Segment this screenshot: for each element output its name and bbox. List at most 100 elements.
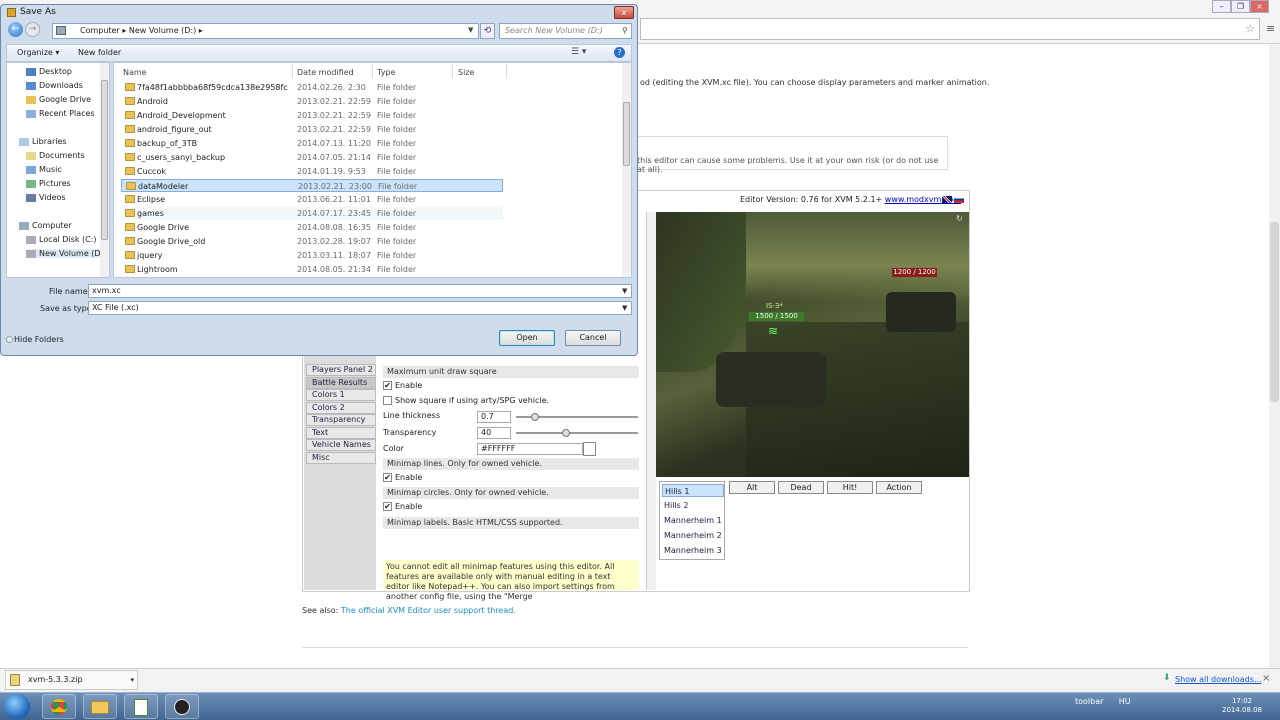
- start-button-icon[interactable]: [4, 694, 30, 719]
- transparency-slider[interactable]: [516, 432, 638, 434]
- menu-misc[interactable]: Misc: [306, 452, 376, 464]
- menu-transparency[interactable]: Transparency: [306, 414, 376, 426]
- color-input[interactable]: #FFFFFF: [477, 443, 583, 455]
- checkbox-icon[interactable]: [383, 396, 392, 405]
- nav-documents[interactable]: Documents: [26, 151, 85, 160]
- enable-lines-row[interactable]: ✔ Enable: [383, 473, 422, 482]
- transparency-knob[interactable]: [562, 429, 570, 437]
- column-separator[interactable]: [452, 64, 453, 78]
- nav-local-disk-c[interactable]: Local Disk (C:): [26, 235, 97, 244]
- refresh-icon[interactable]: ⟲: [480, 23, 495, 39]
- column-separator[interactable]: [372, 64, 373, 78]
- file-row[interactable]: Android_Development 2013.02.21. 22:59 File…: [121, 109, 503, 122]
- line-thickness-input[interactable]: 0.7: [477, 411, 511, 423]
- breadcrumb[interactable]: Computer ▸ New Volume (D:) ▸: [80, 26, 203, 35]
- enable-square-row[interactable]: ✔ Enable: [383, 381, 422, 390]
- chevron-down-icon[interactable]: ▼: [468, 26, 473, 34]
- dialog-address-bar[interactable]: Computer ▸ New Volume (D:) ▸: [52, 23, 479, 39]
- address-bar[interactable]: ☆: [640, 18, 1260, 40]
- file-row[interactable]: Lightroom 2014.08.05. 21:34 File folder: [121, 263, 503, 276]
- nav-libraries[interactable]: Libraries: [19, 137, 67, 146]
- menu-icon[interactable]: ≡: [1266, 22, 1275, 35]
- nav-music[interactable]: Music: [26, 165, 62, 174]
- support-thread-link[interactable]: The official XVM Editor user support thr…: [341, 606, 516, 615]
- alt-button[interactable]: Alt: [729, 481, 775, 494]
- file-row[interactable]: dataModeler 2013.02.21. 23:00 File folder: [121, 179, 503, 192]
- russian-flag-icon[interactable]: [954, 196, 964, 203]
- chevron-down-icon[interactable]: ▼: [622, 304, 627, 312]
- hit-button[interactable]: Hit!: [827, 481, 873, 494]
- clock[interactable]: 17:02 2014.08.08: [1222, 697, 1262, 715]
- dialog-close-button[interactable]: x: [614, 6, 634, 19]
- checkbox-checked-icon[interactable]: ✔: [383, 502, 392, 511]
- file-row[interactable]: jquery 2013.03.11. 18:07 File folder: [121, 249, 503, 262]
- nav-recent-places[interactable]: Recent Places: [26, 109, 95, 118]
- file-list-scroll-thumb[interactable]: [623, 102, 630, 166]
- nav-scroll-thumb[interactable]: [101, 80, 108, 240]
- search-icon[interactable]: ⚲: [622, 26, 628, 35]
- menu-players-panel-2[interactable]: Players Panel 2: [306, 364, 376, 376]
- map-item-mannerheim-3[interactable]: Mannerheim 3: [662, 544, 724, 557]
- checkbox-checked-icon[interactable]: ✔: [383, 381, 392, 390]
- page-scroll-thumb[interactable]: [1270, 222, 1279, 402]
- help-icon[interactable]: ?: [614, 47, 625, 58]
- file-row[interactable]: Eclipse 2013.06.21. 11:01 File folder: [121, 193, 503, 206]
- menu-vehicle-names[interactable]: Vehicle Names: [306, 439, 376, 451]
- menu-battle-results[interactable]: Battle Results: [306, 377, 376, 389]
- chevron-down-icon[interactable]: ▾: [130, 671, 134, 689]
- language-indicator[interactable]: HU: [1119, 697, 1131, 706]
- file-row[interactable]: 7fa48f1abbbba68f59cdca138e2958fc 2014.02.…: [121, 81, 503, 94]
- dialog-search-input[interactable]: Search New Volume (D:): [499, 23, 632, 39]
- show-all-downloads-link[interactable]: Show all downloads...: [1175, 675, 1262, 684]
- refresh-icon[interactable]: ↻: [956, 214, 963, 223]
- close-window-icon[interactable]: ×: [1250, 0, 1269, 13]
- notepad-taskbar-icon[interactable]: [124, 694, 158, 719]
- menu-colors-1[interactable]: Colors 1: [306, 389, 376, 401]
- file-row[interactable]: Cuccok 2014.01.19. 9:53 File folder: [121, 165, 503, 178]
- save-type-select[interactable]: XC File (.xc): [88, 301, 632, 315]
- open-button[interactable]: Open: [499, 330, 555, 346]
- map-item-mannerheim-2[interactable]: Mannerheim 2: [662, 529, 724, 542]
- checkbox-checked-icon[interactable]: ✔: [383, 473, 392, 482]
- line-thickness-knob[interactable]: [531, 413, 539, 421]
- english-flag-icon[interactable]: [942, 196, 952, 203]
- column-name[interactable]: Name: [123, 68, 147, 77]
- forward-arrow-icon[interactable]: →: [25, 22, 40, 37]
- file-row[interactable]: backup_of_3TB 2014.07.13. 11:20 File folde…: [121, 137, 503, 150]
- back-arrow-icon[interactable]: ←: [8, 22, 23, 37]
- obs-taskbar-icon[interactable]: [165, 694, 199, 719]
- enable-circles-row[interactable]: ✔ Enable: [383, 502, 422, 511]
- column-separator[interactable]: [292, 64, 293, 78]
- nav-downloads[interactable]: Downloads: [26, 81, 83, 90]
- dead-button[interactable]: Dead: [778, 481, 824, 494]
- close-icon[interactable]: ×: [1262, 673, 1270, 684]
- download-item[interactable]: xvm-5.3.3.zip ▾: [5, 670, 138, 690]
- action-button[interactable]: Action: [876, 481, 922, 494]
- transparency-input[interactable]: 40: [477, 427, 511, 439]
- nav-pictures[interactable]: Pictures: [26, 179, 71, 188]
- map-item-mannerheim-1[interactable]: Mannerheim 1: [662, 514, 724, 527]
- column-separator[interactable]: [506, 64, 507, 78]
- organize-button[interactable]: Organize ▾: [17, 48, 59, 57]
- nav-desktop[interactable]: Desktop: [26, 67, 72, 76]
- column-size[interactable]: Size: [458, 68, 474, 77]
- nav-videos[interactable]: Videos: [26, 193, 66, 202]
- map-item-hills-1[interactable]: Hills 1: [662, 484, 724, 497]
- column-date-modified[interactable]: Date modified: [297, 68, 354, 77]
- chevron-down-icon[interactable]: ▼: [622, 287, 627, 295]
- map-item-hills-2[interactable]: Hills 2: [662, 499, 724, 512]
- minimize-icon[interactable]: –: [1212, 0, 1231, 13]
- file-row[interactable]: Google Drive 2014.08.08. 16:35 File folder: [121, 221, 503, 234]
- file-row[interactable]: android_figure_out 2013.02.21. 22:59 File …: [121, 123, 503, 136]
- file-row[interactable]: Google Drive_old 2013.02.28. 19:07 File fo…: [121, 235, 503, 248]
- settings-scrollbar[interactable]: [646, 212, 656, 590]
- file-name-input[interactable]: xvm.xc: [88, 284, 632, 298]
- column-type[interactable]: Type: [377, 68, 395, 77]
- hide-folders-button[interactable]: Hide Folders: [14, 335, 64, 344]
- explorer-taskbar-icon[interactable]: [83, 694, 117, 719]
- menu-text[interactable]: Text: [306, 427, 376, 439]
- file-row[interactable]: games 2014.07.17. 23:45 File folder: [121, 207, 503, 220]
- file-row[interactable]: Android 2013.02.21. 22:59 File folder: [121, 95, 503, 108]
- collapse-icon[interactable]: [6, 336, 13, 343]
- file-row[interactable]: c_users_sanyi_backup 2014.07.05. 21:14 Fil…: [121, 151, 503, 164]
